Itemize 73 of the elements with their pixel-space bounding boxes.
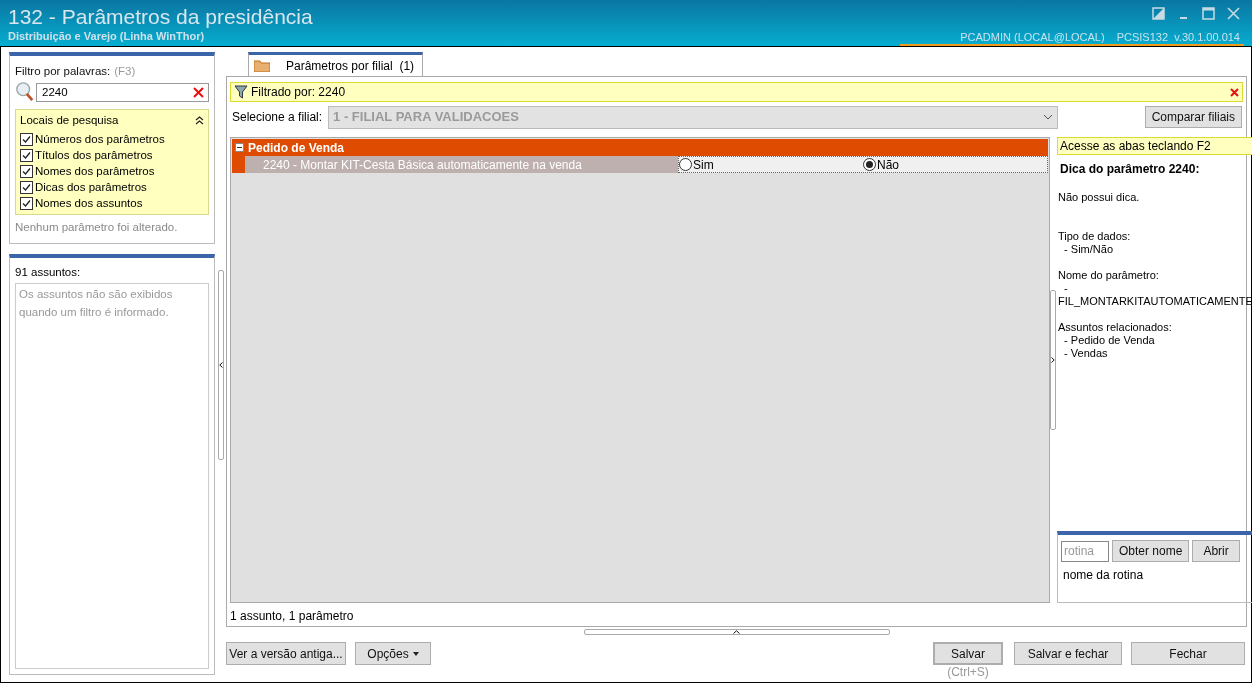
status-text: Nenhum parâmetro foi alterado. [15,220,179,235]
hint-line: - Vendas [1063,347,1109,360]
checkbox-label: Títulos dos parâmetros [35,147,153,163]
collapse-icon[interactable] [195,116,204,125]
hint-line: FIL_MONTARKITAUTOMATICAMENTE [1058,295,1252,308]
open-button[interactable]: Abrir [1192,540,1240,562]
expand-toggle[interactable] [235,143,244,152]
hint-line: Tipo de dados: [1058,230,1132,243]
radio-button[interactable] [863,158,876,171]
chevron-down-icon [1043,114,1054,120]
splitter-handle[interactable] [1050,290,1056,430]
routine-field[interactable]: rotina [1061,540,1109,562]
window-title: 132 - Parâmetros da presidência [8,4,313,30]
splitter-handle[interactable] [217,269,224,460]
funnel-icon [234,85,248,99]
get-name-button[interactable]: Obter nome [1112,540,1190,562]
tab-label: Parâmetros por filial (1) [285,57,415,75]
hint-title: Dica do parâmetro 2240: [1059,161,1201,178]
shortcut-hint: (F3) [114,64,136,79]
clear-icon[interactable] [193,86,204,98]
branch-value: 1 - FILIAL PARA VALIDACOES [333,108,520,127]
subjects-note: Os assuntos não são exibidos quando um filtro é informado. [19,287,174,320]
hint-line: - Sim/Não [1063,243,1114,256]
routine-name-label: nome da rotina [1062,567,1145,584]
parameter-title: 2240 - Montar KIT-Cesta Básica automaticamente na venda [245,156,678,173]
checkbox[interactable] [20,196,33,210]
search-icon [15,81,35,103]
hint-line: Não possui dica. [1058,191,1141,204]
radio-button[interactable] [679,158,692,171]
options-button[interactable]: Opções [355,642,431,665]
branch-label: Selecione a filial: [231,109,324,126]
tab[interactable]: Parâmetros por filial (1) [248,52,424,76]
checkbox-label: Nomes dos parâmetros [35,163,155,179]
checkbox[interactable] [20,132,33,146]
checkbox-label: Nomes dos assuntos [35,195,143,211]
radio-option[interactable]: Sim [679,155,863,174]
window-subtitle: Distribuição e Varejo (Linha WinThor) [8,30,206,43]
filtered-by-text: Filtrado por: 2240 [251,84,347,101]
hint-line: Nome do parâmetro: [1058,269,1160,282]
radio-label: Não [877,156,899,174]
restore-icon[interactable] [1152,7,1165,20]
checkbox-label: Números dos parâmetros [35,131,165,147]
radio-option[interactable]: Não [863,155,1047,174]
hint-banner: Acesse as abas teclando F2 [1057,137,1252,155]
hint-line: Assuntos relacionados: [1058,321,1173,334]
group-title: Pedido de Venda [248,139,345,157]
checkbox[interactable] [20,148,33,162]
hint-line: - [1063,282,1069,295]
old-version-button[interactable]: Ver a versão antiga... [226,642,346,665]
user-label: PCADMIN (LOCAL@LOCAL) [960,30,1105,44]
checkbox[interactable] [20,164,33,178]
group-header[interactable]: Pedido de Venda [232,139,1048,156]
filter-field[interactable]: 2240 [36,82,209,102]
compare-branches-button[interactable]: Comparar filiais [1144,106,1242,128]
program-label: PCSIS132 v.30.1.00.014 [1116,30,1240,44]
caret-icon [412,651,419,656]
hint-line: - Pedido de Venda [1063,334,1156,347]
splitter-handle[interactable] [583,629,890,635]
folder-icon [254,59,270,72]
maximize-icon[interactable] [1202,7,1215,20]
places-title: Locais de pesquisa [20,113,119,128]
radio-label: Sim [693,156,714,174]
close-button[interactable]: Fechar [1131,642,1245,665]
grid-status: 1 assunto, 1 parâmetro [230,608,355,625]
filter-label: Filtro por palavras: [15,64,111,79]
checkbox[interactable] [20,180,33,194]
close-icon[interactable] [1230,87,1239,97]
checkbox-label: Dicas dos parâmetros [35,179,147,195]
filter-value: 2240 [42,84,69,100]
save-and-close-button[interactable]: Salvar e fechar [1014,642,1122,665]
save-button[interactable]: Salvar [933,642,1003,665]
subjects-count: 91 assuntos: [15,265,82,280]
save-shortcut: (Ctrl+S) [947,665,989,680]
